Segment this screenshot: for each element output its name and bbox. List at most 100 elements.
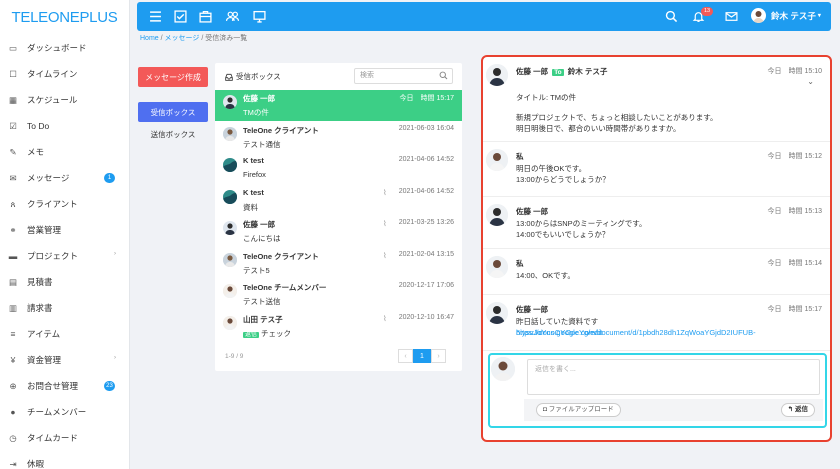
message-subject-line: 返信 チェック (243, 328, 291, 339)
mail-icon[interactable] (725, 10, 738, 23)
breadcrumb-messages[interactable]: メッセージ (165, 35, 200, 42)
app-logo[interactable]: TELEONEPLUS (0, 0, 129, 34)
user-icon: ● (10, 407, 16, 417)
list-item[interactable]: 佐藤 一郎 今日 時間 15:17 TMの件 (215, 90, 462, 121)
search-input[interactable]: 検索 (354, 68, 453, 84)
sidebar-item[interactable]: ⚭ 営業管理 (0, 217, 130, 243)
file-upload-button[interactable]: ◘ ファイルアップロード (536, 403, 621, 417)
sidebar-item[interactable]: ◷ タイムカード (0, 425, 130, 451)
pagination-info: 1-9 / 9 (225, 353, 244, 360)
sidebar-item[interactable]: ¥ 資金管理 › (0, 347, 130, 373)
tab-inbox[interactable]: 受信ボックス (138, 102, 208, 122)
avatar (491, 357, 515, 381)
message-subject-line: こんにちは (243, 233, 281, 244)
avatar (223, 158, 237, 172)
message-list-panel: 受信ボックス 検索 佐藤 一郎 今日 時間 15:17 TMの件 TeleOne クラ… (215, 63, 462, 371)
sender-name: 佐藤 一郎 (516, 305, 549, 314)
breadcrumb: Home / メッセージ / 受信済み一覧 (140, 33, 247, 43)
send-reply-button[interactable]: ↰ 返信 (780, 403, 815, 417)
sender-name: 山田 テス子 (243, 314, 283, 324)
sidebar-item-label: アイテム (27, 329, 61, 339)
search-icon[interactable] (665, 10, 678, 23)
sender-name: 佐藤 一郎 (516, 67, 549, 76)
tab-sent[interactable]: 送信ボックス (138, 126, 208, 142)
sidebar-item[interactable]: ≡ アイテム (0, 321, 130, 347)
chevron-right-icon: › (114, 355, 116, 361)
avatar (223, 189, 237, 204)
checkbox-icon: ☑ (9, 120, 17, 131)
sidebar-item[interactable]: ✉ メッセージ 1 (0, 165, 130, 191)
message-subject: こんにちは (243, 234, 281, 243)
chevron-down-icon: ▾ (817, 13, 821, 19)
list-icon: ≡ (10, 329, 16, 339)
sidebar-item[interactable]: ⇥ 休暇 (0, 451, 130, 469)
sidebar-item[interactable]: ✎ メモ (0, 139, 130, 165)
sender-name: 佐藤 一郎 (243, 220, 276, 229)
sidebar-item-label: 営業管理 (27, 225, 62, 235)
sidebar-item[interactable]: ☐ タイムライン (0, 61, 130, 87)
sidebar-item[interactable]: ● チームメンバー (0, 399, 130, 425)
list-item[interactable]: K test 2021-04-06 14:52 Firefox (215, 153, 462, 184)
thread-message: 私 今日 時間 15:14 14:00、OKです。 (483, 249, 830, 295)
checkbox-icon[interactable] (174, 10, 187, 23)
clock-icon: ◷ (9, 432, 17, 443)
edit-icon: ✎ (9, 146, 17, 157)
sidebar-item[interactable]: ጰ クライアント (0, 191, 130, 217)
prev-page-button[interactable]: ‹ (398, 349, 413, 363)
avatar (486, 302, 508, 324)
avatar (223, 284, 237, 298)
menu-icon[interactable] (149, 10, 162, 23)
message-subject: テスト送信 (243, 297, 281, 306)
message-subject: 資料 (243, 202, 258, 212)
reply-textarea[interactable]: 返信を書く... (527, 359, 820, 395)
list-item[interactable]: 山田 テス子 ⌇ 2020-12-10 16:47 返信 チェック (215, 311, 462, 342)
list-item[interactable]: K test ⌇ 2021-04-06 14:52 資料 (215, 185, 462, 216)
chevron-down-icon[interactable]: ⌄ (807, 77, 814, 86)
message-subject-line: Firefox (243, 170, 266, 179)
list-title: 受信ボックス (236, 72, 281, 81)
list-item[interactable]: TeleOne チームメンバー 2020-12-17 17:06 テスト送信 (215, 279, 462, 310)
sidebar-item[interactable]: ☑ To Do (0, 113, 130, 139)
list-item[interactable]: 佐藤 一郎 ⌇ 2021-03-25 13:26 こんにちは (215, 216, 462, 247)
sidebar-item[interactable]: ▤ 見積書 (0, 269, 130, 295)
message-subject-line: テスト5 (243, 265, 270, 276)
list-item[interactable]: TeleOne クライアント 2021-06-03 16:04 テスト通信 (215, 122, 462, 153)
monitor-icon[interactable] (253, 10, 266, 23)
sidebar-item[interactable]: ▦ スケジュール (0, 87, 130, 113)
sidebar-item-label: 見積書 (27, 277, 53, 287)
message-date: 2021-02-04 13:15 (398, 250, 454, 258)
message-text: 昨日話していた資料です (516, 317, 599, 326)
message-date: 2021-04-06 14:52 (398, 156, 454, 163)
breadcrumb-home[interactable]: Home (140, 35, 159, 42)
sidebar-item[interactable]: ▬ プロジェクト › (0, 243, 130, 269)
message-body-line: 新規プロジェクトで、ちょっと相談したいことがあります。 (516, 113, 718, 122)
sidebar-item-label: メモ (27, 147, 45, 157)
next-page-button[interactable]: › (431, 349, 446, 363)
sidebar-item-label: チームメンバー (27, 407, 87, 417)
search-icon[interactable] (439, 71, 448, 80)
thread-message: 佐藤 一郎 To 鈴木 テス子 今日 時間 15:10 ⌄ タイトル: TMの件… (483, 57, 830, 142)
square-icon: ☐ (9, 68, 17, 79)
compose-message-button[interactable]: メッセージ作成 (138, 67, 208, 87)
avatar (223, 95, 237, 109)
list-item[interactable]: TeleOne クライアント ⌇ 2021-02-04 13:15 テスト5 (215, 248, 462, 279)
document-link-cont[interactable]: 5iysuJoYnoCYOpcYg/edit (516, 327, 602, 338)
users-icon[interactable] (226, 10, 239, 23)
breadcrumb-separator: / (201, 35, 204, 42)
message-time: 今日 時間 15:12 (767, 153, 822, 160)
avatar (223, 126, 237, 141)
message-subject-line: テスト通信 (243, 139, 281, 150)
message-subject: テスト5 (243, 265, 270, 275)
page-1-button[interactable]: 1 (413, 349, 431, 363)
user-menu[interactable]: 鈴木 テス子 ▾ (751, 8, 821, 23)
sidebar-item-label: スケジュール (27, 95, 78, 105)
sidebar-item[interactable]: ⊕ お問合せ管理 23 (0, 373, 130, 399)
folder-icon: ▬ (8, 251, 18, 261)
sidebar: TELEONEPLUS ▭ ダッシュボード ☐ タイムライン ▦ スケジュール ☑ To Do… (0, 0, 130, 469)
briefcase-icon[interactable] (199, 10, 212, 23)
sidebar-nav: ▭ ダッシュボード ☐ タイムライン ▦ スケジュール ☑ To Do ✎ メモ ✉ メッセージ 1 ጰ ク… (0, 35, 130, 469)
sidebar-item[interactable]: ▥ 請求書 (0, 295, 130, 321)
sender-name: 佐藤 一郎 (516, 207, 549, 216)
sidebar-item[interactable]: ▭ ダッシュボード (0, 35, 130, 61)
paperclip-icon: ⌇ (383, 313, 387, 323)
